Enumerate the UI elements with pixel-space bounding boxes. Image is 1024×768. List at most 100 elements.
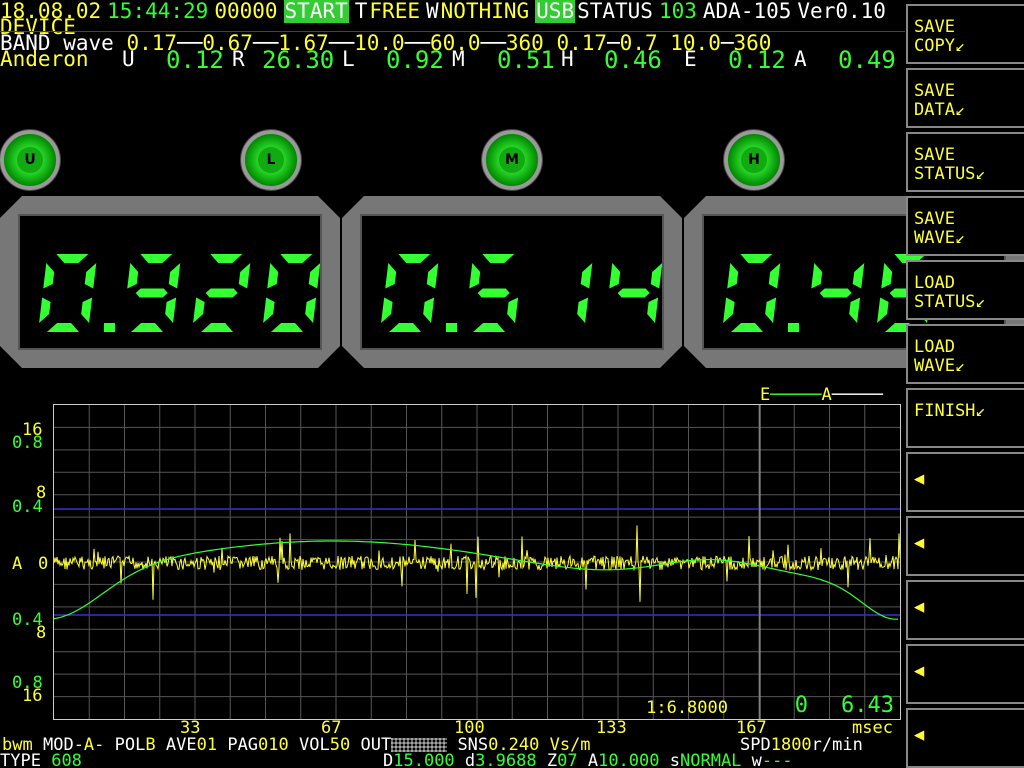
digit-segment [210, 254, 242, 263]
led-indicator-u: U [0, 130, 60, 190]
digit-segment [811, 263, 822, 289]
led-indicator-l: L [241, 130, 301, 190]
waveform-graph[interactable]: 1:6.8000 0 6.43 [53, 404, 901, 720]
d2-label: d [464, 751, 476, 768]
reading-label: U [122, 47, 135, 71]
version: Ver0.10 [797, 0, 886, 23]
menu-button[interactable]: ◀ [906, 644, 1024, 704]
reading-label: L [342, 47, 355, 71]
footer-dimensions: D15.000 d3.9688 Z07 A10.000 sNORMAL w--- [383, 752, 793, 768]
counter: 00000 [214, 0, 278, 23]
digit-segment [473, 323, 505, 332]
digit-segment [239, 263, 251, 289]
menu-button[interactable]: ◀ [906, 452, 1024, 512]
t-label: T [354, 0, 368, 23]
reading-label: R [232, 47, 245, 71]
digit-segment [81, 298, 92, 324]
digit-segment [581, 263, 593, 289]
w-label: W [425, 0, 439, 23]
menu-button-label: WAVE↙ [914, 356, 966, 376]
menu-button[interactable]: SAVE WAVE↙ [906, 196, 1024, 256]
reading-value: 0.12 [166, 46, 224, 74]
led-label: H [741, 147, 767, 173]
vol-value[interactable]: 50 [330, 735, 350, 755]
digit-segment [169, 263, 181, 289]
time: 15:44:29 [107, 0, 209, 23]
display-panel-l [0, 196, 340, 368]
digit-segment [165, 298, 176, 324]
digit-segment [381, 298, 393, 324]
menu-button-label: SAVE [914, 209, 955, 229]
menu-button-label: FINISH↙ [914, 401, 986, 421]
digit-segment [427, 263, 439, 289]
start-badge: START [283, 0, 349, 23]
menu-button-label: DATA↙ [914, 100, 966, 120]
spd-unit: r/min [811, 735, 863, 755]
digit-segment [398, 254, 430, 263]
legend-a: A [821, 385, 832, 405]
pol-value[interactable]: B [145, 735, 155, 755]
digit-segment [731, 323, 763, 332]
ave-value[interactable]: 01 [197, 735, 217, 755]
digit-segment [881, 263, 892, 289]
zero-axis-label: A [12, 554, 23, 574]
reading-label: H [561, 47, 574, 71]
display-screen [18, 214, 322, 350]
reading-value: 26.30 [262, 46, 335, 74]
s-label: s [669, 751, 680, 768]
legend-e: E [760, 385, 771, 405]
y-label-yellow: 8 [36, 623, 47, 643]
model-name: ADA-105 [702, 0, 792, 23]
pag-value[interactable]: 010 [258, 735, 289, 755]
led-indicator-h: H [724, 130, 784, 190]
seven-segment-value [362, 216, 662, 348]
t-value: FREE [369, 0, 420, 23]
s-value: NORMAL [680, 751, 742, 768]
digit-segment [727, 263, 738, 289]
reading-value: 0.92 [386, 46, 444, 74]
digit-segment [853, 263, 865, 289]
menu-button[interactable]: ◀ [906, 708, 1024, 768]
menu-button-label: ◀ [914, 533, 925, 553]
decimal-point [788, 323, 799, 332]
readings-name: Anderon [0, 47, 89, 71]
y-label-yellow: 16 [22, 686, 43, 706]
menu-button[interactable]: LOAD STATUS↙ [906, 260, 1024, 320]
footer-type: TYPE 608 [0, 752, 82, 768]
w-label: w [751, 751, 762, 768]
led-label: L [258, 147, 284, 173]
cursor-b-readout: 6.43 [841, 693, 894, 718]
menu-button[interactable]: SAVE STATUS↙ [906, 132, 1024, 192]
z-value: 07 [557, 751, 578, 768]
digit-segment [849, 298, 860, 324]
menu-button[interactable]: SAVE DATA↙ [906, 68, 1024, 128]
digit-segment [820, 289, 852, 298]
menu-button[interactable]: FINISH↙ [906, 388, 1024, 448]
reading-value: 0.12 [728, 46, 786, 74]
menu-button[interactable]: SAVE COPY↙ [906, 4, 1024, 64]
type-label: TYPE [0, 751, 41, 768]
menu-button-label: ◀ [914, 597, 925, 617]
status-header: 18.08.02 15:44:29 00000 START TFREE WNOTHING U… [0, 0, 892, 23]
digit-segment [740, 254, 772, 263]
digit-segment [507, 298, 518, 324]
reading-value: 0.46 [604, 46, 662, 74]
menu-button[interactable]: LOAD WAVE↙ [906, 324, 1024, 384]
reading-label: A [794, 47, 807, 71]
w-value: NOTHING [440, 0, 530, 23]
status-value: 103 [658, 0, 697, 23]
menu-button-label: LOAD [914, 337, 955, 357]
menu-button[interactable]: ◀ [906, 516, 1024, 576]
led-indicator-m: M [482, 130, 542, 190]
digit-segment [305, 298, 316, 324]
menu-button-label: COPY↙ [914, 36, 966, 56]
digit-segment [127, 263, 138, 289]
digit-segment [723, 298, 735, 324]
pol-label: POL [114, 735, 146, 755]
digit-segment [877, 298, 889, 324]
type-value: 608 [51, 751, 82, 768]
digit-segment [423, 298, 434, 324]
menu-button-label: WAVE↙ [914, 228, 966, 248]
digit-segment [618, 289, 650, 298]
menu-button[interactable]: ◀ [906, 580, 1024, 640]
